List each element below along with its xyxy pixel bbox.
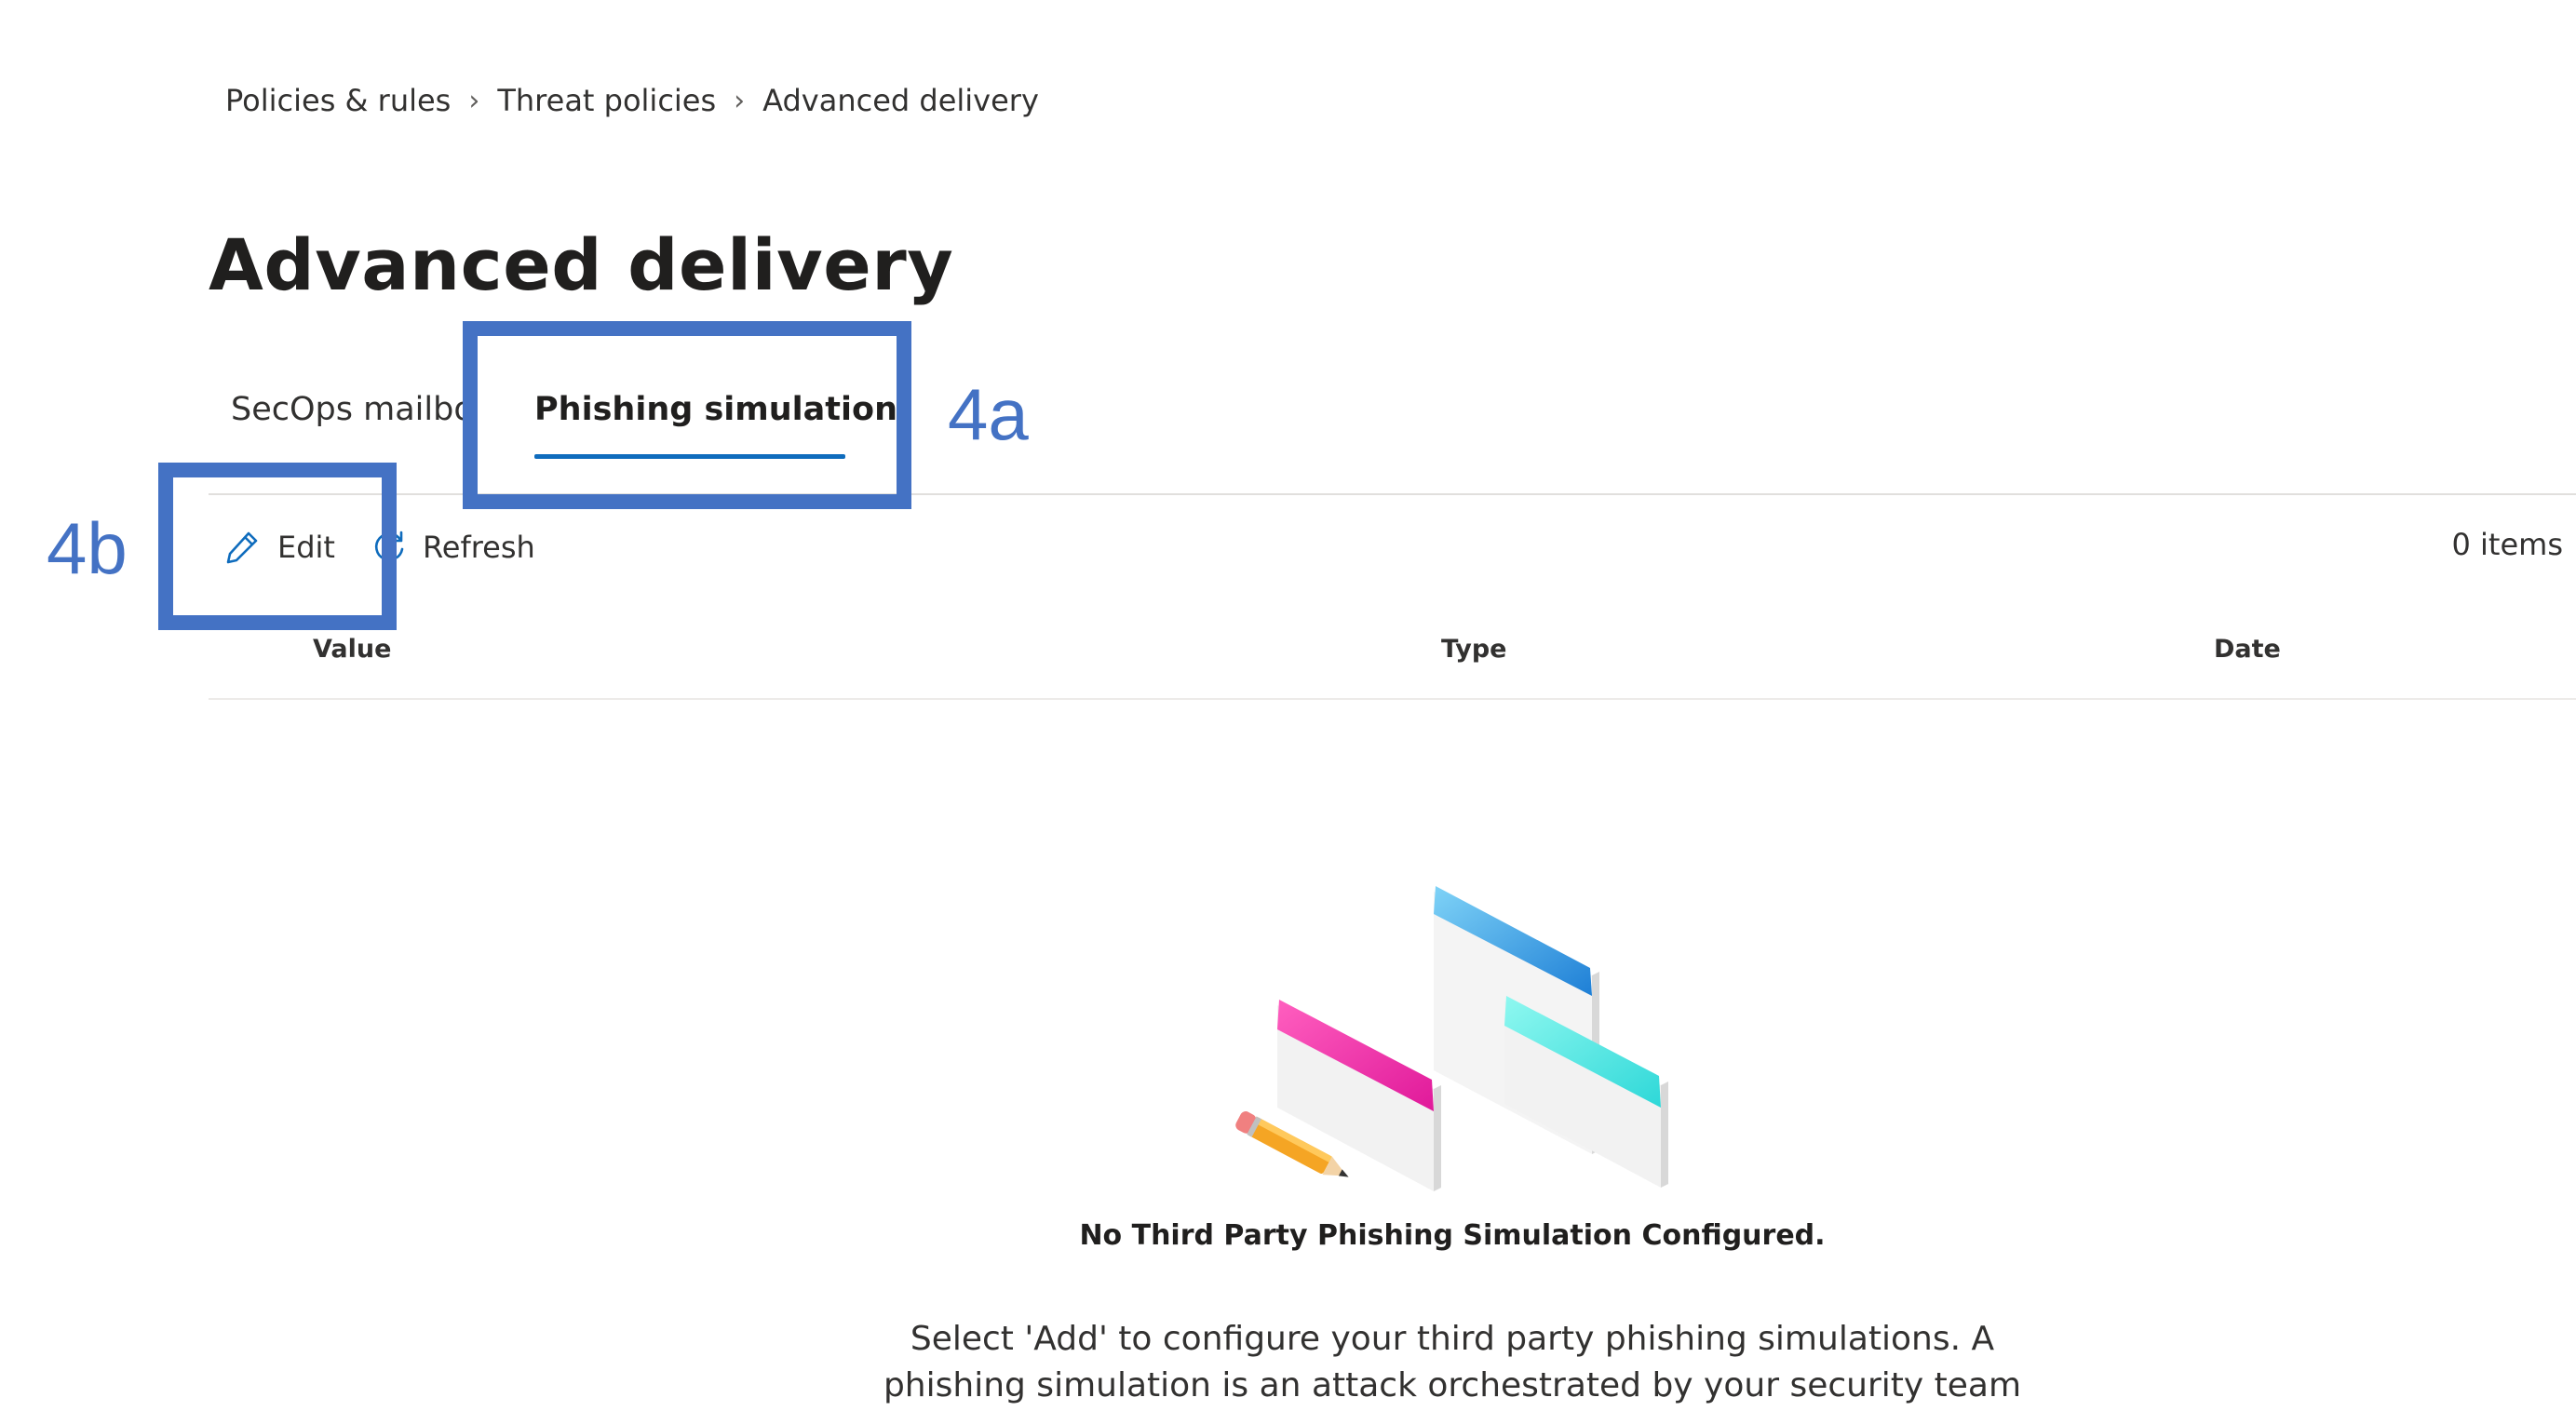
empty-state-description: Select 'Add' to configure your third par… <box>883 1320 2022 1404</box>
empty-state-illustration <box>1210 875 1694 1219</box>
item-count: 0 items <box>2451 527 2564 562</box>
breadcrumb: Policies & rules › Threat policies › Adv… <box>225 80 1039 121</box>
tab-secops-mailbox[interactable]: SecOps mailbox <box>231 391 475 428</box>
empty-state-title: No Third Party Phishing Simulation Confi… <box>1079 1219 1826 1252</box>
annotation-box-4a <box>463 321 911 509</box>
column-header-type[interactable]: Type <box>1441 635 1506 664</box>
annotation-label-4b: 4b <box>47 507 128 589</box>
annotation-label-4a: 4a <box>948 373 1029 455</box>
page-title: Advanced delivery <box>209 223 954 306</box>
breadcrumb-item-policies-rules[interactable]: Policies & rules <box>225 83 451 118</box>
refresh-button-label: Refresh <box>422 530 535 565</box>
chevron-right-icon: › <box>468 84 480 117</box>
annotation-box-4b <box>158 463 397 630</box>
column-header-date[interactable]: Date <box>2214 635 2281 664</box>
table-header: Value Type Date <box>209 624 2576 700</box>
breadcrumb-item-advanced-delivery: Advanced delivery <box>762 83 1039 118</box>
column-header-value[interactable]: Value <box>313 635 391 664</box>
chevron-right-icon: › <box>734 84 746 117</box>
breadcrumb-item-threat-policies[interactable]: Threat policies <box>497 83 716 118</box>
advanced-delivery-page: Policies & rules › Threat policies › Adv… <box>0 0 2576 1411</box>
